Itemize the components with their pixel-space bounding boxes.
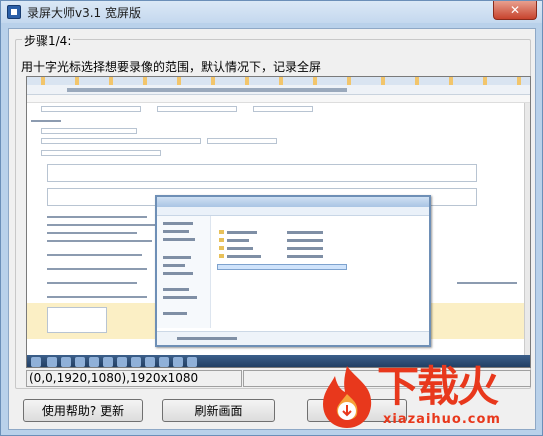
close-icon: ✕	[509, 3, 521, 17]
preview-browser-tabs	[27, 77, 530, 85]
preview-text	[47, 232, 137, 234]
step-instruction: 用十字光标选择想要录像的范围，默认情况下，记录全屏	[21, 60, 322, 74]
preview-text	[457, 282, 517, 284]
preview-nav-item	[163, 238, 195, 241]
preview-file-date	[287, 255, 323, 258]
help-update-button[interactable]: 使用帮助? 更新	[23, 399, 143, 422]
preview-file-date	[287, 239, 323, 242]
preview-field	[41, 138, 201, 144]
preview-taskbar-icon	[47, 357, 57, 367]
preview-folder-icon	[219, 246, 224, 250]
preview-text	[47, 282, 137, 284]
preview-text	[47, 296, 147, 298]
preview-taskbar-icon	[145, 357, 155, 367]
preview-taskbar-icon	[89, 357, 99, 367]
preview-explorer-window	[155, 195, 431, 347]
preview-nav-item	[163, 256, 191, 259]
refresh-button[interactable]: 刷新画面	[162, 399, 275, 422]
preview-list	[47, 307, 107, 333]
preview-text	[47, 224, 157, 226]
preview-field	[207, 138, 277, 144]
preview-explorer-sidebar	[157, 216, 211, 328]
window-title: 录屏大师v3.1 宽屏版	[27, 5, 142, 20]
preview-field	[253, 106, 313, 112]
preview-text	[47, 254, 142, 256]
preview-taskbar-icon	[61, 357, 71, 367]
close-button[interactable]: ✕	[493, 1, 537, 20]
preview-nav-item	[163, 264, 185, 267]
preview-text	[47, 216, 147, 218]
preview-taskbar-icon	[187, 357, 197, 367]
preview-file-date	[287, 247, 323, 250]
preview-field	[41, 150, 161, 156]
preview-nav-item	[163, 312, 187, 315]
app-icon	[7, 5, 21, 19]
preview-start-icon	[31, 357, 41, 367]
preview-taskbar-icon	[117, 357, 127, 367]
watermark-brand: 下载火	[377, 362, 499, 411]
preview-text	[31, 120, 61, 122]
preview-explorer-toolbar	[157, 207, 429, 216]
preview-file-date	[287, 231, 323, 234]
preview-folder-icon	[219, 254, 224, 258]
preview-field	[41, 128, 137, 134]
preview-taskbar-icon	[173, 357, 183, 367]
preview-folder-icon	[219, 238, 224, 242]
watermark: 下载火 xiazaihuo.com	[317, 362, 539, 432]
preview-nav-item	[163, 222, 193, 225]
preview-folder-icon	[219, 230, 224, 234]
preview-taskbar-icon	[159, 357, 169, 367]
preview-nav-item	[163, 288, 189, 291]
flame-logo-icon	[323, 366, 372, 428]
preview-file-name	[227, 231, 257, 234]
preview-file-name	[227, 247, 253, 250]
preview-address-bar	[27, 85, 530, 95]
preview-explorer-title	[157, 197, 429, 207]
preview-textarea	[47, 164, 477, 182]
preview-taskbar-icon	[103, 357, 113, 367]
preview-selected-file	[217, 264, 347, 270]
preview-nav-item	[163, 296, 197, 299]
screen-preview[interactable]	[26, 76, 531, 368]
region-readout: (0,0,1920,1080),1920x1080	[26, 370, 242, 387]
preview-field	[157, 106, 237, 112]
preview-taskbar-icon	[75, 357, 85, 367]
preview-text	[47, 240, 152, 242]
preview-toolbar	[27, 95, 530, 103]
step-legend: 步骤1/4:	[22, 32, 74, 49]
preview-file-name	[227, 255, 261, 258]
preview-file-name	[227, 239, 249, 242]
preview-explorer-status	[157, 331, 429, 345]
title-bar[interactable]: 录屏大师v3.1 宽屏版 ✕	[1, 1, 542, 23]
preview-text	[47, 268, 147, 270]
preview-nav-item	[163, 272, 193, 275]
preview-scrollbar	[524, 103, 530, 363]
preview-field	[41, 106, 141, 112]
preview-nav-item	[163, 230, 189, 233]
watermark-url: xiazaihuo.com	[383, 412, 501, 427]
preview-taskbar-icon	[131, 357, 141, 367]
preview-status-text	[177, 337, 237, 340]
